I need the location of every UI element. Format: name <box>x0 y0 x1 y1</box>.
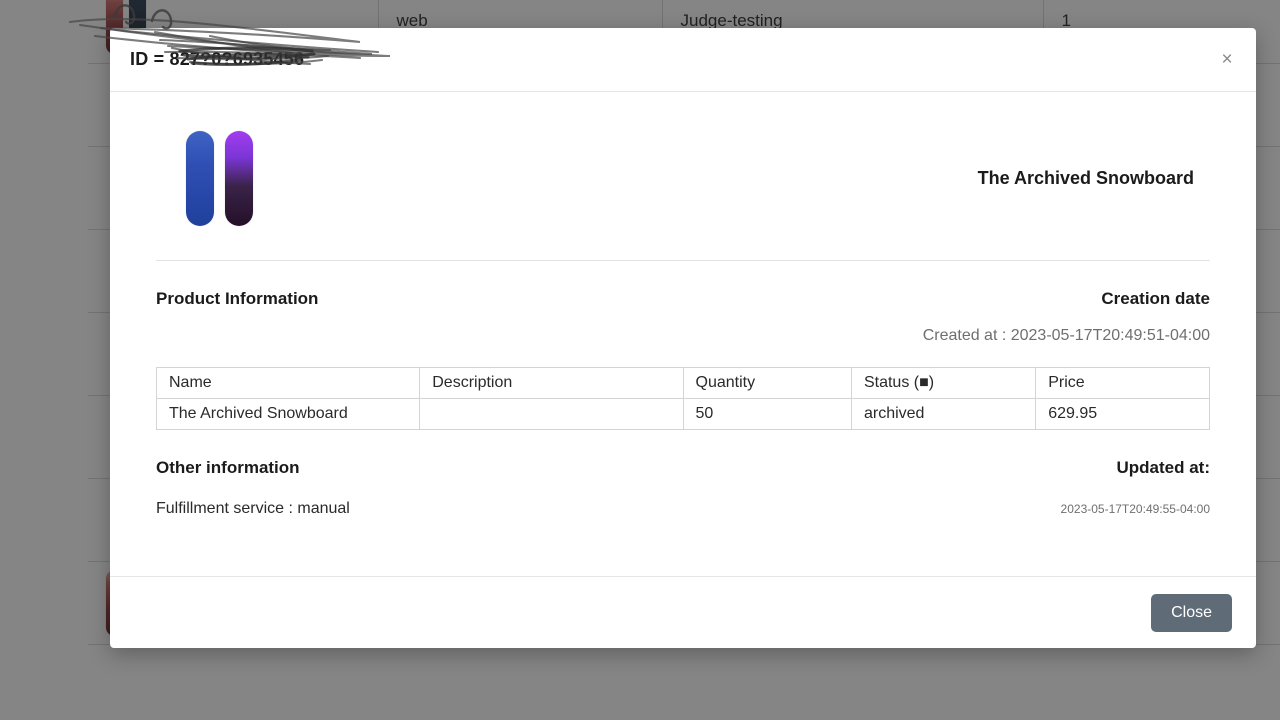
modal-title-id: ID = 827?0?6935456 <box>130 49 305 69</box>
close-icon[interactable]: × <box>1212 45 1242 75</box>
product-hero: The Archived Snowboard <box>156 118 1210 238</box>
created-at-value: Created at : 2023-05-17T20:49:51-04:00 <box>922 327 1210 344</box>
modal-body: The Archived Snowboard Product Informati… <box>110 92 1256 576</box>
table-header-row: Name Description Quantity Status (■) Pri… <box>155 367 1210 399</box>
fulfillment-service-value: Fulfillment service : manual <box>156 500 350 517</box>
other-information-label: Other information <box>156 458 300 477</box>
header-description: Description <box>419 367 684 399</box>
cell-status: archived <box>850 398 1037 430</box>
modal-header: ID = 827?0?6935456 × <box>110 28 1256 92</box>
product-information-row: Product Information Creation date <box>156 289 1210 309</box>
other-information-row: Other information Updated at: <box>156 458 1210 478</box>
product-detail-table-head: Name Description Quantity Status (■) Pri… <box>155 367 1210 399</box>
product-image <box>186 130 253 226</box>
product-information-label: Product Information <box>156 289 319 308</box>
table-row: The Archived Snowboard 50 archived 629.9… <box>155 398 1210 430</box>
fulfillment-row: Fulfillment service : manual 2023-05-17T… <box>156 500 1210 518</box>
modal-footer: Close <box>110 576 1256 648</box>
screen: web Judge-testing 1 <box>0 0 1280 720</box>
created-at-row: Created at : 2023-05-17T20:49:51-04:00 <box>156 327 1210 345</box>
header-price: Price <box>1035 367 1210 399</box>
cell-description <box>419 398 684 430</box>
board-blue-icon <box>186 130 214 226</box>
hero-divider <box>156 260 1210 261</box>
header-name: Name <box>155 367 421 399</box>
updated-at-value: 2023-05-17T20:49:55-04:00 <box>1060 502 1210 516</box>
creation-date-label: Creation date <box>1101 289 1210 308</box>
product-detail-table-body: The Archived Snowboard 50 archived 629.9… <box>155 398 1210 430</box>
product-detail-modal: ID = 827?0?6935456 × The Archived Snowbo… <box>110 28 1256 648</box>
header-quantity: Quantity <box>682 367 852 399</box>
cell-price: 629.95 <box>1035 398 1210 430</box>
header-status: Status (■) <box>850 367 1037 399</box>
product-name-heading: The Archived Snowboard <box>977 167 1194 188</box>
cell-quantity: 50 <box>682 398 852 430</box>
board-violet-icon <box>225 130 253 226</box>
close-button[interactable]: Close <box>1151 593 1232 632</box>
updated-at-label: Updated at: <box>1116 458 1211 477</box>
product-detail-table: Name Description Quantity Status (■) Pri… <box>155 367 1210 430</box>
cell-name: The Archived Snowboard <box>155 398 421 430</box>
